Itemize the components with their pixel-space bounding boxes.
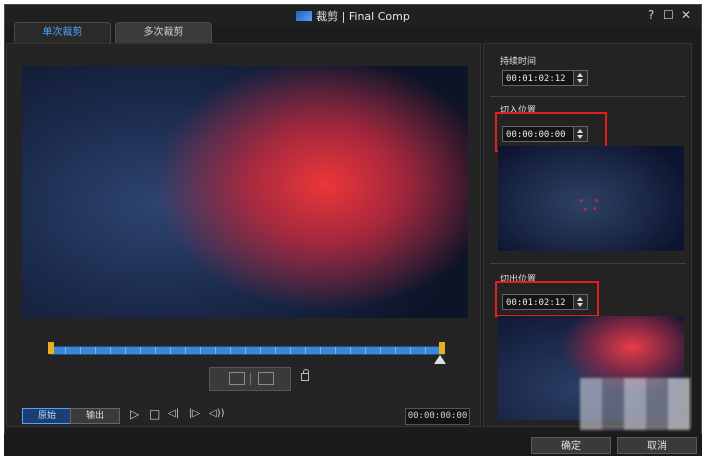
cancel-button[interactable]: 取消 <box>617 437 697 454</box>
duration-stepper[interactable] <box>573 71 587 85</box>
previous-frame-icon[interactable]: ◁| <box>168 407 179 421</box>
window-title: 裁剪 | Final Comp <box>5 8 701 24</box>
mark-in-icon[interactable] <box>229 372 245 385</box>
decrement-icon[interactable] <box>577 79 583 83</box>
tab-multi-trim[interactable]: 多次裁剪 <box>115 22 212 44</box>
video-preview <box>22 66 468 318</box>
mark-divider <box>250 373 251 385</box>
volume-icon[interactable]: ◁)) <box>209 407 225 421</box>
tab-single-trim[interactable]: 单次裁剪 <box>14 22 111 44</box>
playhead-marker[interactable] <box>434 355 446 364</box>
trim-out-handle[interactable] <box>439 342 445 354</box>
in-point-thumbnail <box>498 146 684 251</box>
next-frame-icon[interactable]: |▷ <box>189 407 200 421</box>
stop-icon[interactable]: □ <box>149 407 160 421</box>
duration-value: 00:01:02:12 <box>506 74 566 84</box>
duration-field[interactable]: 00:01:02:12 <box>502 70 588 86</box>
thumbnail-dot <box>595 199 598 202</box>
close-button[interactable]: ✕ <box>681 8 691 22</box>
output-button[interactable]: 输出 <box>70 408 120 424</box>
trim-in-handle[interactable] <box>48 342 54 354</box>
app-logo-icon <box>296 11 313 21</box>
trim-timeline[interactable] <box>50 346 444 355</box>
window-title-text: 裁剪 | Final Comp <box>316 10 410 23</box>
thumbnail-dot <box>580 199 583 202</box>
lock-icon[interactable] <box>301 369 309 381</box>
help-button[interactable]: ? <box>648 8 654 22</box>
mark-out-icon[interactable] <box>258 372 274 385</box>
duration-label: 持续时间 <box>500 57 537 67</box>
current-timecode: 00:00:00:00 <box>405 408 470 425</box>
timeline-ticks <box>51 347 443 354</box>
thumbnail-dot <box>584 208 587 211</box>
mark-buttons <box>209 367 291 391</box>
increment-icon[interactable] <box>577 73 583 77</box>
confirm-button[interactable]: 确定 <box>531 437 611 454</box>
play-icon[interactable]: ▷ <box>130 407 139 421</box>
original-button[interactable]: 原始 <box>22 408 72 424</box>
thumbnail-dot <box>593 207 596 210</box>
divider <box>490 96 686 97</box>
maximize-button[interactable]: ☐ <box>663 8 674 22</box>
watermark-mosaic <box>580 378 690 430</box>
divider <box>490 263 686 264</box>
out-point-highlight <box>495 281 599 317</box>
